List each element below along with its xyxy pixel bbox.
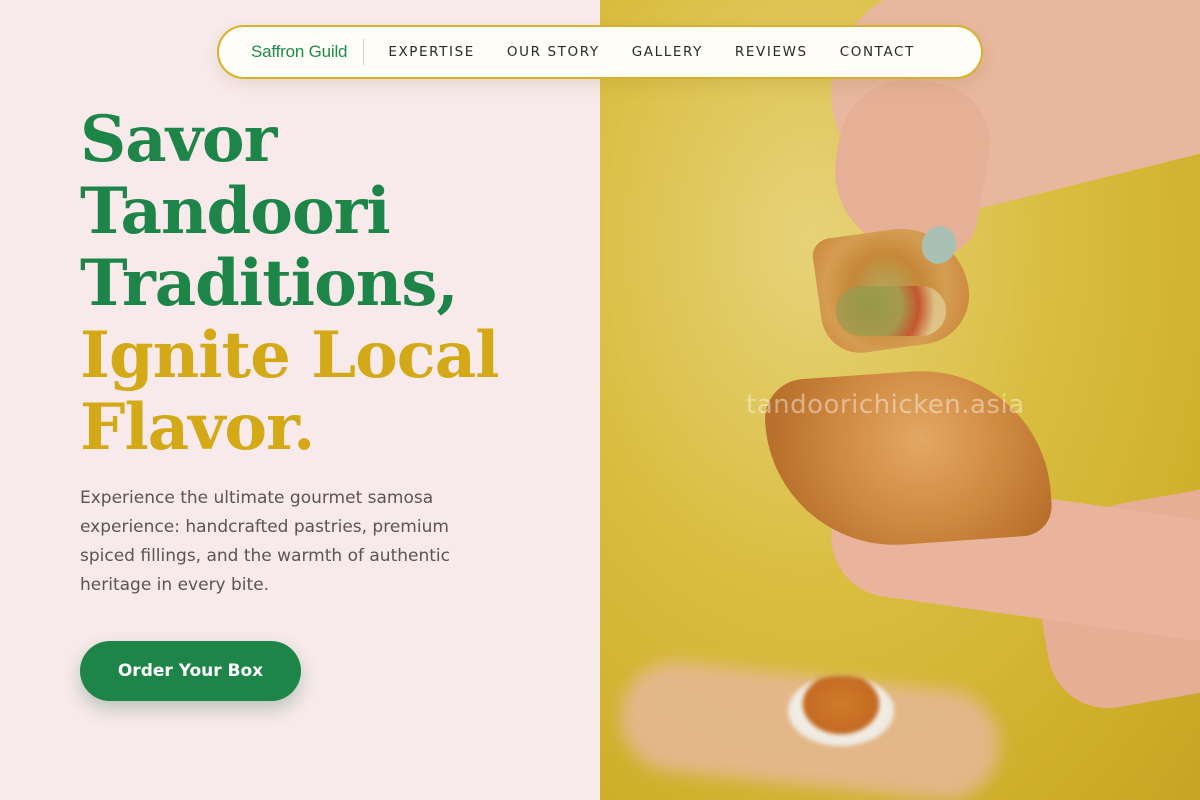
hero-headline: Savor Tandoori Traditions, Ignite Local …	[80, 104, 580, 464]
order-your-box-button[interactable]: Order Your Box	[80, 641, 301, 701]
nav-link-our-story[interactable]: OUR STORY	[491, 44, 616, 60]
headline-line-accent: Flavor.	[80, 390, 315, 465]
main-navigation: Saffron Guild EXPERTISE OUR STORY GALLER…	[217, 25, 983, 79]
sauce-bowl-image	[788, 676, 894, 746]
headline-line: Savor	[80, 102, 277, 177]
hero-description: Experience the ultimate gourmet samosa e…	[80, 488, 450, 595]
hero-image: tandoorichicken.asia	[600, 0, 1200, 800]
headline-line: Traditions,	[80, 246, 459, 321]
headline-line-accent: Ignite Local	[80, 318, 500, 393]
nav-link-contact[interactable]: CONTACT	[824, 44, 931, 60]
hero-text-panel: Savor Tandoori Traditions, Ignite Local …	[0, 0, 600, 800]
nav-link-gallery[interactable]: GALLERY	[616, 44, 719, 60]
watermark: tandoorichicken.asia	[746, 390, 1025, 420]
brand-logo[interactable]: Saffron Guild	[219, 39, 365, 65]
nav-links: EXPERTISE OUR STORY GALLERY REVIEWS CONT…	[372, 44, 931, 60]
samosa-filling-image	[836, 286, 946, 336]
nav-link-reviews[interactable]: REVIEWS	[719, 44, 824, 60]
headline-line: Tandoori	[80, 174, 391, 249]
nav-link-expertise[interactable]: EXPERTISE	[372, 44, 491, 60]
